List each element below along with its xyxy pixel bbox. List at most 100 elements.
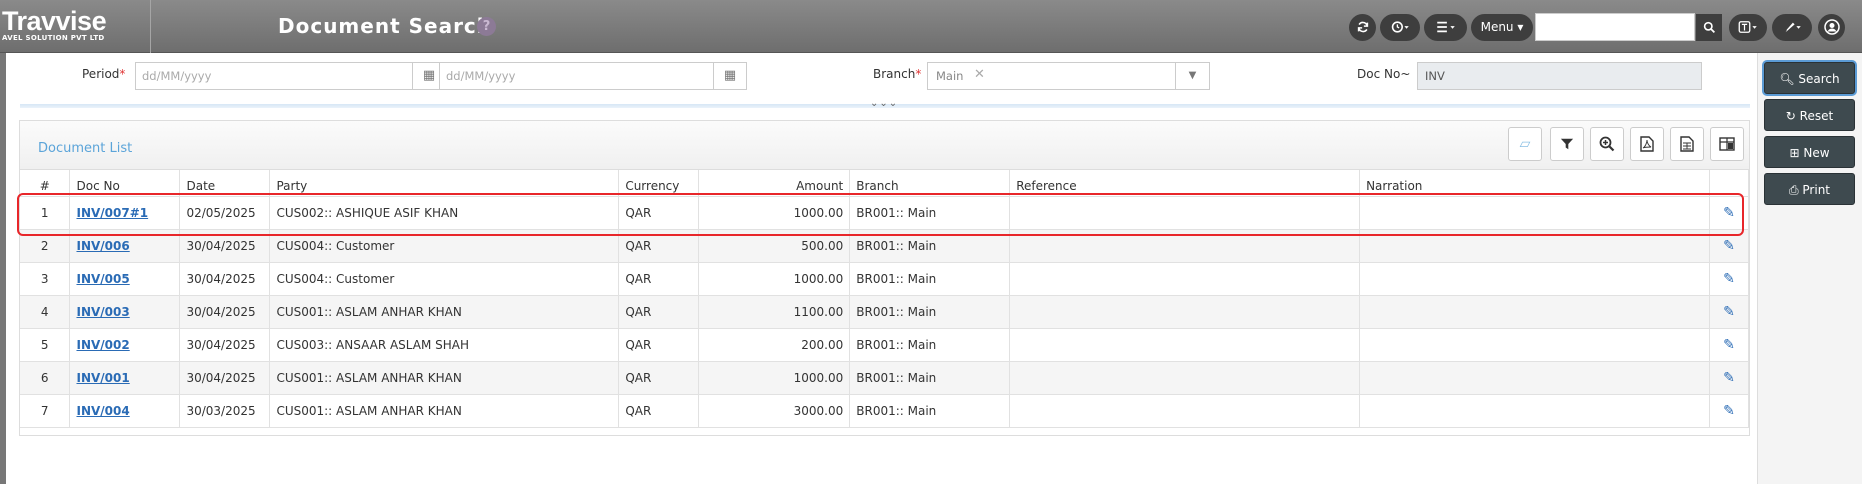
search-button[interactable]: 🔍︎ Search: [1764, 62, 1855, 94]
narration-cell: [1359, 196, 1710, 230]
pencil-icon[interactable]: ✎: [1709, 394, 1750, 428]
doc-no-cell: INV/006: [69, 229, 181, 263]
filter-icon[interactable]: [1550, 127, 1584, 161]
print-button[interactable]: ⎙ Print: [1764, 173, 1855, 205]
narration-cell: [1359, 328, 1710, 362]
calendar-icon[interactable]: ▦: [713, 62, 747, 90]
branch-select[interactable]: Main ✕ ▼: [927, 62, 1210, 90]
row-index: 5: [20, 328, 71, 362]
excel-icon[interactable]: [1670, 127, 1704, 161]
doc-no-cell: INV/007#1: [69, 196, 181, 230]
narration-cell: [1359, 394, 1710, 428]
period-from-input[interactable]: dd/MM/yyyy: [135, 62, 413, 90]
refresh-icon: ↻: [1785, 109, 1796, 123]
branch-cell: BR001:: Main: [849, 196, 1011, 230]
col-header-party[interactable]: Party: [269, 170, 620, 197]
eraser-icon[interactable]: ▱: [1508, 127, 1542, 161]
pencil-icon[interactable]: ✎: [1709, 295, 1750, 329]
row-index: 7: [20, 394, 71, 428]
party-cell: CUS001:: ASLAM ANHAR KHAN: [269, 361, 620, 395]
table-row[interactable]: 2 INV/006 30/04/2025 CUS004:: Customer Q…: [20, 229, 1750, 263]
currency-cell: QAR: [618, 295, 700, 329]
pencil-icon[interactable]: ✎: [1709, 229, 1750, 263]
refresh-icon[interactable]: [1349, 14, 1376, 41]
doc-no-link[interactable]: INV/001: [76, 371, 129, 385]
reference-cell: [1009, 295, 1361, 329]
pencil-icon[interactable]: ✎: [1709, 361, 1750, 395]
amount-cell: 200.00: [698, 328, 851, 362]
branch-label: Branch*: [873, 67, 922, 81]
top-bar: Travvise AVEL SOLUTION PVT LTD Document …: [0, 0, 1862, 53]
party-cell: CUS004:: Customer: [269, 229, 620, 263]
doc-no-link[interactable]: INV/007#1: [76, 206, 148, 220]
row-index: 3: [20, 262, 71, 296]
table-row[interactable]: 4 INV/003 30/04/2025 CUS001:: ASLAM ANHA…: [20, 295, 1750, 329]
col-header-currency[interactable]: Currency: [618, 170, 700, 197]
reset-button-label: Reset: [1799, 109, 1834, 123]
search-button-label: Search: [1798, 72, 1840, 86]
printer-icon: ⎙: [1788, 183, 1799, 197]
doc-no-link[interactable]: INV/005: [76, 272, 129, 286]
columns-toggle-icon[interactable]: [1710, 127, 1744, 161]
pdf-icon[interactable]: [1630, 127, 1664, 161]
table-row[interactable]: 3 INV/005 30/04/2025 CUS004:: Customer Q…: [20, 262, 1750, 296]
narration-cell: [1359, 295, 1710, 329]
collapse-toggle-icon[interactable]: ⌄⌄⌄: [870, 98, 898, 109]
currency-cell: QAR: [618, 361, 700, 395]
docno-input[interactable]: INV: [1417, 62, 1702, 90]
list-menu-icon[interactable]: [1424, 14, 1467, 41]
search-icon[interactable]: [1696, 14, 1722, 41]
doc-no-cell: INV/003: [69, 295, 181, 329]
logo-divider: [150, 0, 151, 53]
branch-chip: Main: [936, 69, 964, 83]
chevron-down-icon[interactable]: ▼: [1175, 63, 1209, 89]
amount-cell: 500.00: [698, 229, 851, 263]
col-header-branch[interactable]: Branch: [849, 170, 1011, 197]
reference-cell: [1009, 361, 1361, 395]
branch-cell: BR001:: Main: [849, 229, 1011, 263]
date-cell: 30/04/2025: [179, 229, 271, 263]
logo: Travvise AVEL SOLUTION PVT LTD: [2, 8, 107, 43]
close-icon[interactable]: ✕: [974, 67, 985, 82]
table-header-row: # Doc No Date Party Currency Amount Bran…: [20, 170, 1750, 197]
col-header-date[interactable]: Date: [179, 170, 271, 197]
table-row[interactable]: 5 INV/002 30/04/2025 CUS003:: ANSAAR ASL…: [20, 328, 1750, 362]
col-header-reference[interactable]: Reference: [1009, 170, 1361, 197]
pencil-icon[interactable]: ✎: [1709, 328, 1750, 362]
doc-no-link[interactable]: INV/002: [76, 338, 129, 352]
menu-button[interactable]: Menu ▾: [1471, 14, 1533, 41]
period-to-input[interactable]: dd/MM/yyyy: [439, 62, 717, 90]
language-icon[interactable]: [1729, 14, 1767, 41]
table-row[interactable]: 1 INV/007#1 02/05/2025 CUS002:: ASHIQUE …: [20, 196, 1750, 230]
global-search-input[interactable]: [1535, 13, 1695, 41]
pencil-icon[interactable]: ✎: [1709, 196, 1750, 230]
col-header-narration[interactable]: Narration: [1359, 170, 1710, 197]
user-avatar-icon[interactable]: [1818, 14, 1845, 41]
date-cell: 30/04/2025: [179, 295, 271, 329]
pencil-icon[interactable]: ✎: [1709, 262, 1750, 296]
col-header-actions: [1709, 170, 1750, 197]
currency-cell: QAR: [618, 394, 700, 428]
print-button-label: Print: [1802, 183, 1831, 197]
col-header-docno[interactable]: Doc No: [69, 170, 181, 197]
new-button[interactable]: ⊞ New: [1764, 136, 1855, 168]
document-table: # Doc No Date Party Currency Amount Bran…: [20, 170, 1750, 428]
doc-no-link[interactable]: INV/006: [76, 239, 129, 253]
doc-no-link[interactable]: INV/004: [76, 404, 129, 418]
narration-cell: [1359, 229, 1710, 263]
col-header-amount[interactable]: Amount: [698, 170, 851, 197]
table-row[interactable]: 7 INV/004 30/03/2025 CUS001:: ASLAM ANHA…: [20, 394, 1750, 428]
table-row[interactable]: 6 INV/001 30/04/2025 CUS001:: ASLAM ANHA…: [20, 361, 1750, 395]
amount-cell: 1100.00: [698, 295, 851, 329]
doc-no-cell: INV/001: [69, 361, 181, 395]
history-icon[interactable]: [1380, 14, 1420, 41]
theme-brush-icon[interactable]: [1772, 14, 1812, 41]
help-icon[interactable]: ?: [477, 17, 496, 36]
narration-cell: [1359, 262, 1710, 296]
panel-header: Document List ▱: [20, 121, 1749, 170]
left-strip: [0, 53, 6, 484]
doc-no-link[interactable]: INV/003: [76, 305, 129, 319]
reset-button[interactable]: ↻ Reset: [1764, 99, 1855, 131]
document-list-panel: Document List ▱ # Doc No Date Party Curr…: [19, 120, 1750, 436]
zoom-in-icon[interactable]: [1590, 127, 1624, 161]
